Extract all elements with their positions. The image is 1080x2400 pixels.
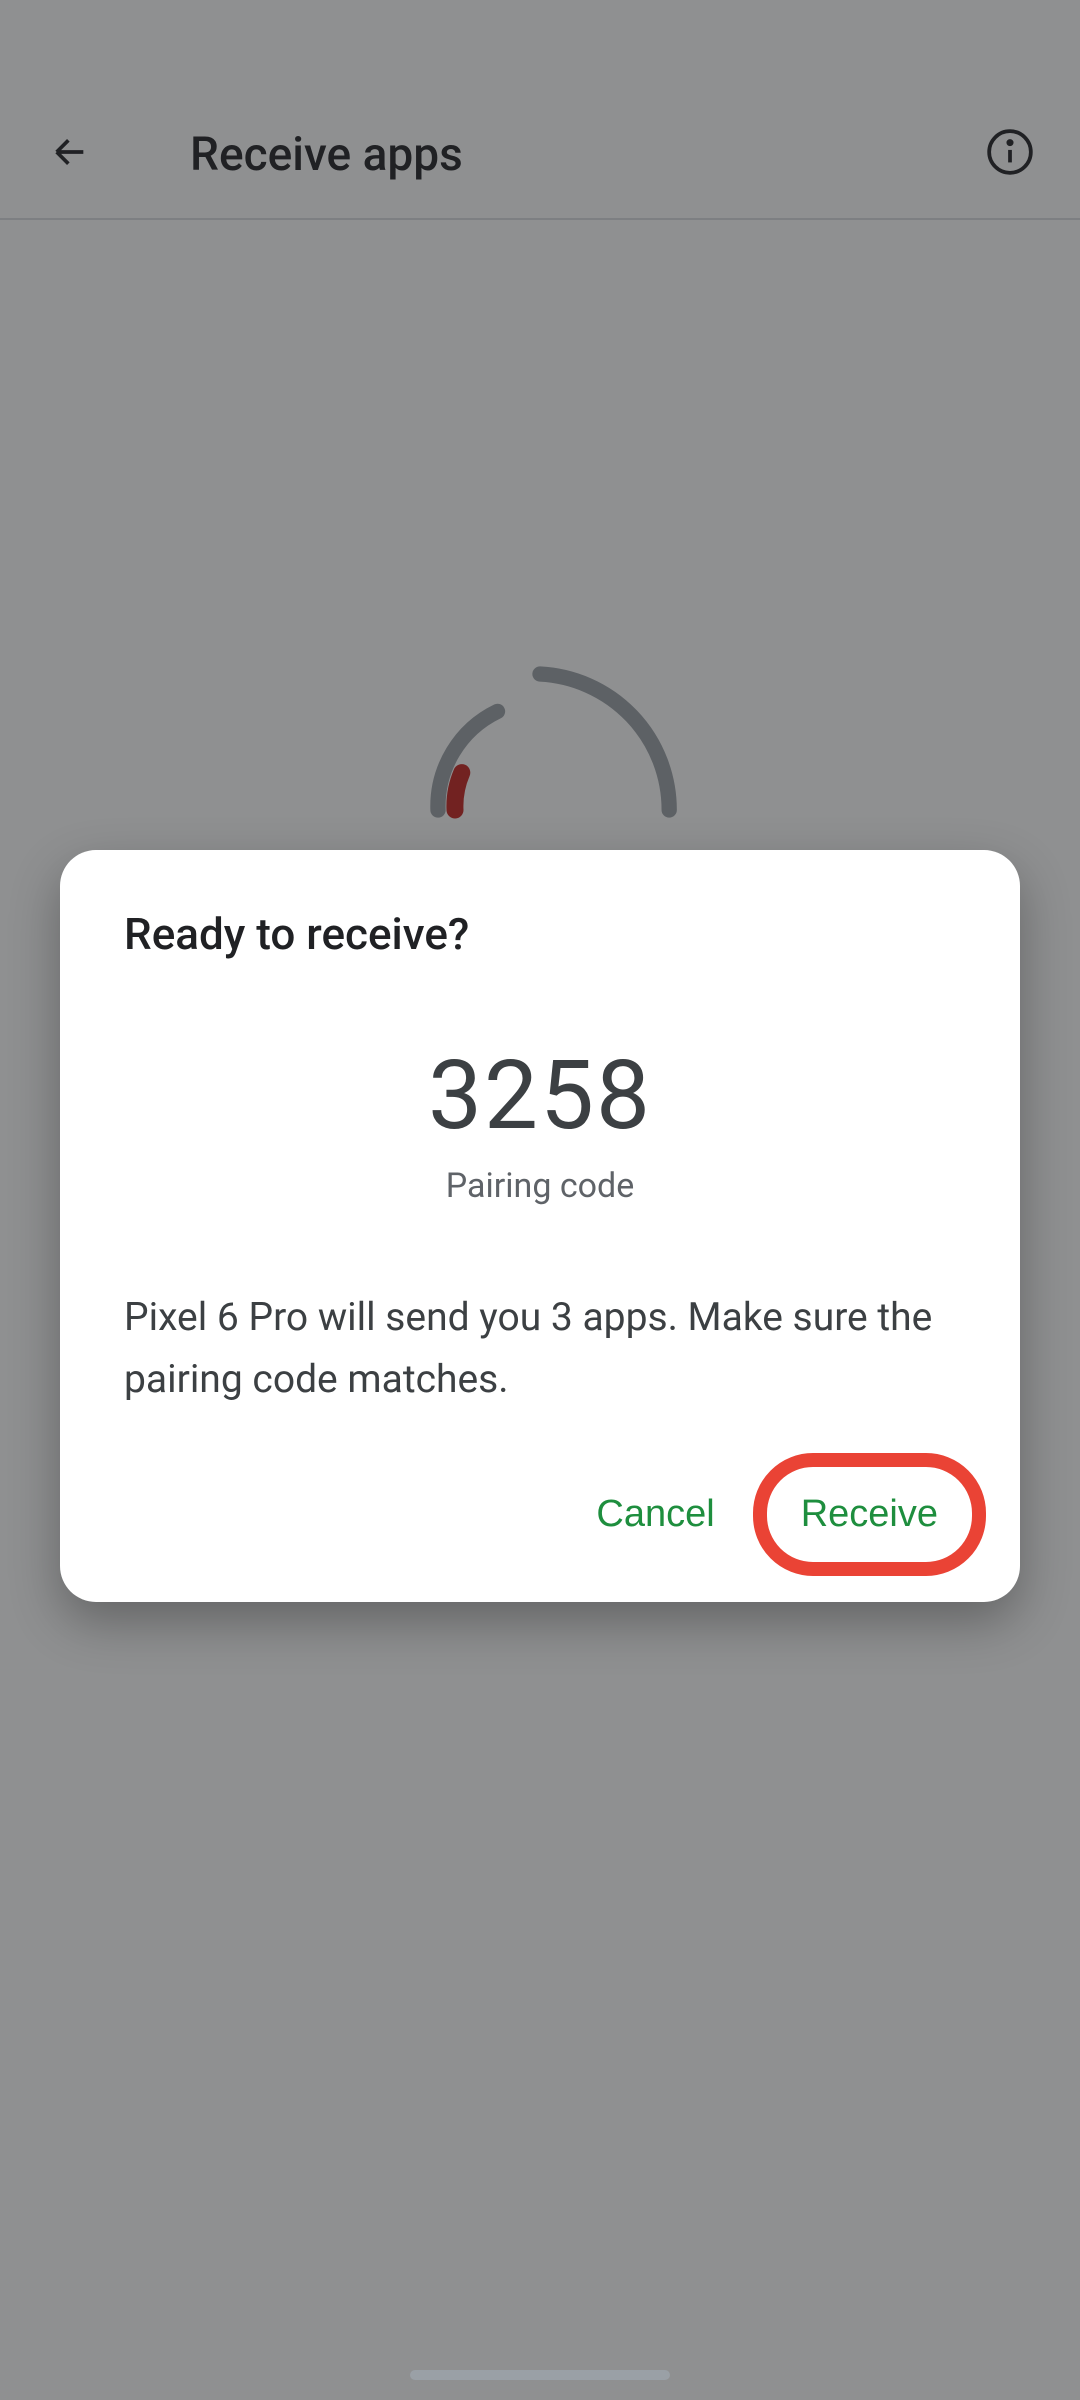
dialog-title: Ready to receive? [124,908,956,960]
pairing-code-value: 3258 [124,1040,956,1152]
receive-button[interactable]: Receive [783,1481,956,1548]
receive-button-highlight: Receive [783,1481,956,1548]
pairing-code-label: Pairing code [124,1166,956,1206]
dialog-actions: Cancel Receive [124,1481,956,1548]
cancel-button[interactable]: Cancel [578,1481,732,1548]
pairing-dialog: Ready to receive? 3258 Pairing code Pixe… [60,850,1020,1602]
dialog-body-text: Pixel 6 Pro will send you 3 apps. Make s… [124,1286,956,1411]
navigation-handle[interactable] [410,2370,670,2380]
